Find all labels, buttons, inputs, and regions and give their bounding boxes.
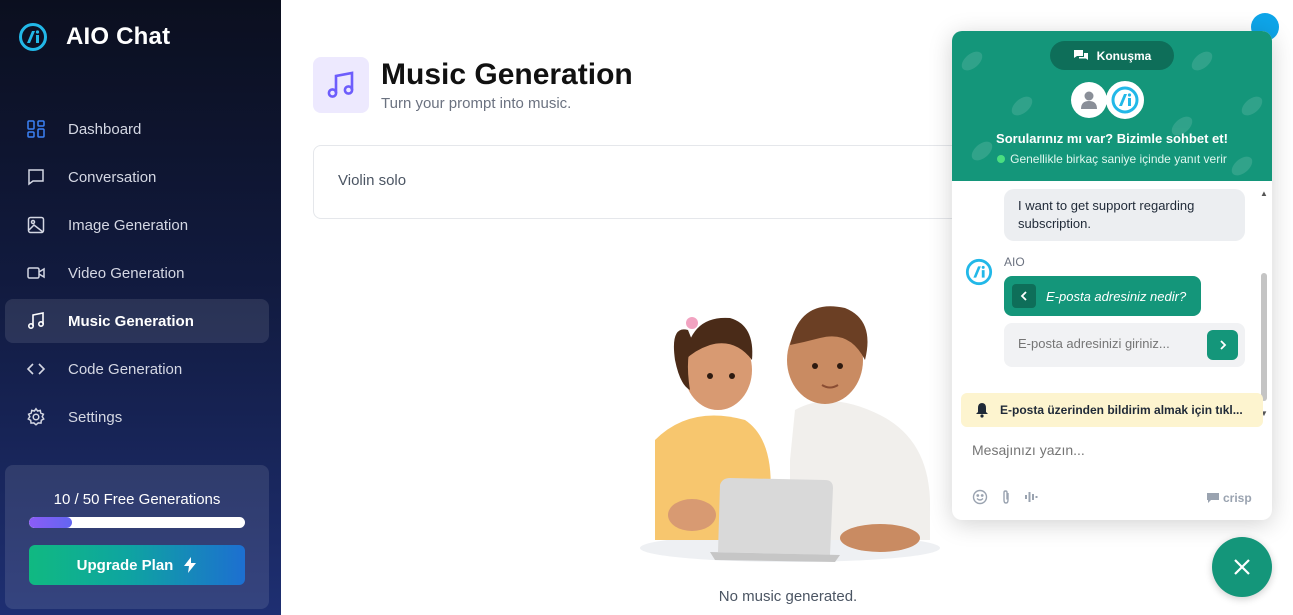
user-message: I want to get support regarding subscrip…: [1004, 189, 1245, 241]
chat-close-button[interactable]: [1212, 537, 1272, 597]
chat-scrollbar[interactable]: [1261, 273, 1267, 401]
email-submit-button[interactable]: [1207, 330, 1238, 360]
sidebar-item-label: Settings: [68, 408, 123, 426]
plan-card: 10 / 50 Free Generations Upgrade Plan: [5, 465, 269, 609]
aio-logo-icon: [19, 23, 47, 51]
chevron-left-icon: [1020, 291, 1027, 301]
crisp-brand[interactable]: crisp: [1206, 491, 1252, 505]
sidebar-item-conversation[interactable]: Conversation: [5, 155, 269, 199]
sidebar-item-label: Code Generation: [68, 360, 183, 378]
bot-question-text: E-posta adresiniz nedir?: [1046, 288, 1187, 304]
crisp-brand-text: crisp: [1223, 491, 1252, 505]
sidebar-nav: Dashboard Conversation Image Generation …: [5, 107, 269, 443]
email-field[interactable]: [1018, 336, 1198, 351]
sidebar-item-dashboard[interactable]: Dashboard: [5, 107, 269, 151]
video-icon: [26, 263, 46, 283]
sidebar-item-label: Conversation: [68, 168, 157, 186]
sidebar-item-label: Music Generation: [68, 312, 194, 330]
generations-usage: 10 / 50 Free Generations: [53, 491, 221, 508]
tab-conversation[interactable]: Konuşma: [1050, 41, 1174, 70]
music-header-icon: [313, 57, 369, 113]
chat-status: Genellikle birkaç saniye içinde yanıt ve…: [952, 152, 1272, 166]
tab-conversation-label: Konuşma: [1096, 48, 1152, 63]
prompt-box: [313, 145, 1013, 219]
page-title: Music Generation: [381, 58, 633, 91]
chevron-right-icon: [1219, 340, 1226, 350]
sidebar-item-code-generation[interactable]: Code Generation: [5, 347, 269, 391]
sidebar-item-video-generation[interactable]: Video Generation: [5, 251, 269, 295]
app-name: AIO Chat: [66, 23, 171, 50]
image-icon: [26, 215, 46, 235]
emoji-icon[interactable]: [972, 489, 988, 505]
dashboard-icon: [26, 119, 46, 139]
audio-wave-icon[interactable]: [1024, 489, 1040, 505]
aio-logo-icon: [1111, 86, 1139, 114]
agent-avatar: [1071, 82, 1107, 118]
sidebar-item-image-generation[interactable]: Image Generation: [5, 203, 269, 247]
music-icon: [26, 311, 46, 331]
online-dot: [997, 155, 1006, 163]
chat-header: Konuşma Sorularınız mı var? Bizimle sohb…: [952, 31, 1272, 181]
code-icon: [26, 359, 46, 379]
upgrade-plan-label: Upgrade Plan: [76, 556, 174, 574]
sidebar-item-label: Video Generation: [68, 264, 185, 282]
paperclip-icon[interactable]: [998, 489, 1014, 505]
sidebar: AIO Chat Dashboard Conversation Image Ge…: [0, 0, 281, 615]
aio-bot-avatar-icon: [965, 258, 993, 286]
chat-bubbles-icon: [1073, 49, 1088, 60]
page-subtitle: Turn your prompt into music.: [381, 95, 572, 112]
usage-progress-fill: [29, 517, 73, 528]
settings-icon: [26, 407, 46, 427]
email-field-box: [1004, 323, 1245, 367]
bell-icon: [976, 403, 988, 418]
prompt-input[interactable]: [338, 172, 938, 189]
bot-name: AIO: [1004, 255, 1025, 269]
person-icon: [1081, 91, 1097, 109]
bot-question-message: E-posta adresiniz nedir?: [1004, 276, 1201, 316]
close-icon: [1234, 559, 1250, 575]
scroll-up-arrow[interactable]: ▲: [1260, 189, 1268, 198]
back-button[interactable]: [1012, 284, 1036, 308]
chat-headline: Sorularınız mı var? Bizimle sohbet et!: [996, 131, 1228, 146]
sidebar-item-settings[interactable]: Settings: [5, 395, 269, 439]
sidebar-item-label: Dashboard: [68, 120, 142, 138]
message-icon: [26, 167, 46, 187]
sidebar-item-label: Image Generation: [68, 216, 189, 234]
brand[interactable]: AIO Chat: [18, 22, 170, 52]
chat-status-text: Genellikle birkaç saniye içinde yanıt ve…: [1010, 152, 1227, 166]
crisp-logo-icon: [1207, 493, 1219, 503]
empty-state-text: No music generated.: [718, 588, 858, 605]
usage-progress-bar: [29, 517, 245, 528]
email-notification-bar[interactable]: E-posta üzerinden bildirim almak için tı…: [961, 393, 1263, 427]
notify-text: E-posta üzerinden bildirim almak için tı…: [1000, 403, 1243, 417]
support-chat-widget: Konuşma Sorularınız mı var? Bizimle sohb…: [952, 31, 1272, 520]
upgrade-plan-button[interactable]: Upgrade Plan: [29, 545, 245, 585]
empty-state-illustration: [640, 306, 940, 562]
sidebar-item-music-generation[interactable]: Music Generation: [5, 299, 269, 343]
lightning-icon: [184, 557, 197, 573]
chat-toolbar: [972, 489, 1040, 505]
message-input[interactable]: [972, 442, 1242, 458]
aio-agent-avatar: [1106, 81, 1144, 119]
